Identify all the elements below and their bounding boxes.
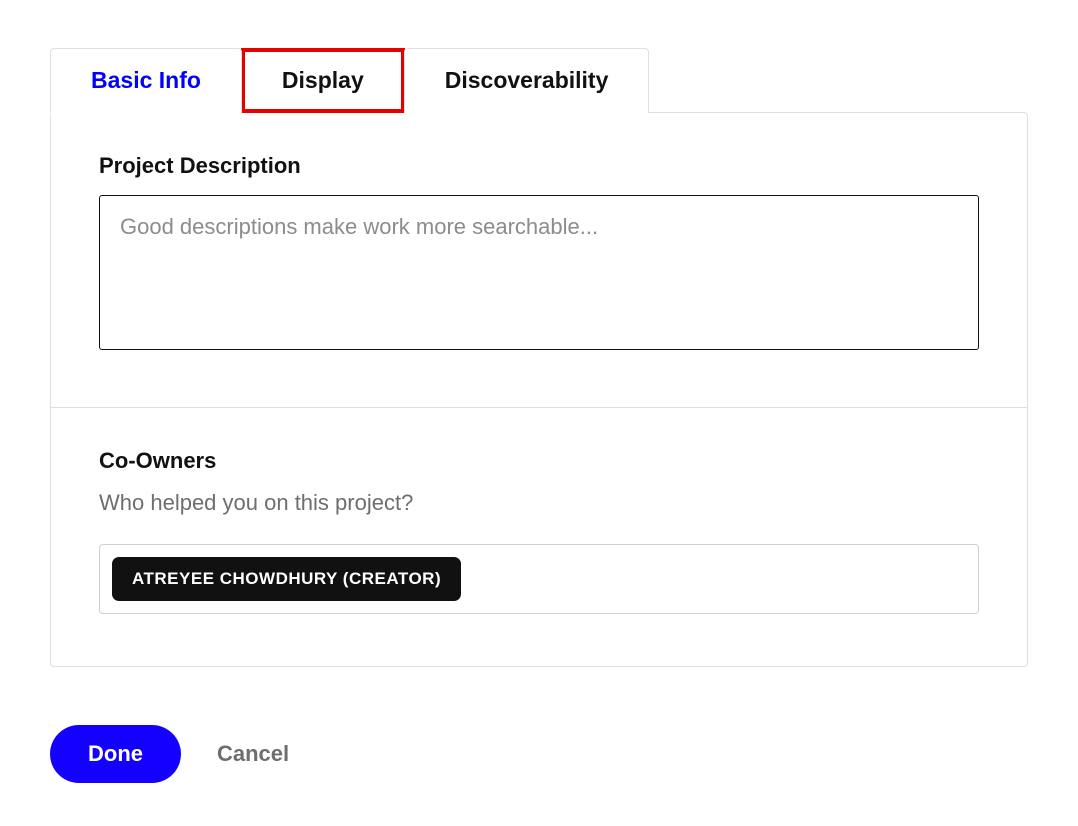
coowners-section: Co-Owners Who helped you on this project… (51, 407, 1027, 666)
coowners-label: Co-Owners (99, 448, 979, 474)
coowners-input[interactable]: ATREYEE CHOWDHURY (CREATOR) (99, 544, 979, 614)
tab-discoverability[interactable]: Discoverability (404, 48, 650, 113)
coowners-sublabel: Who helped you on this project? (99, 490, 979, 516)
tab-basic-info[interactable]: Basic Info (50, 48, 242, 113)
done-button[interactable]: Done (50, 725, 181, 783)
cancel-button[interactable]: Cancel (217, 741, 289, 767)
description-label: Project Description (99, 153, 979, 179)
footer-buttons: Done Cancel (50, 725, 1028, 783)
description-textarea[interactable] (99, 195, 979, 350)
tabs-row: Basic Info Display Discoverability (50, 48, 1028, 113)
tab-display[interactable]: Display (241, 48, 405, 113)
description-section: Project Description (51, 113, 1027, 407)
coowner-chip[interactable]: ATREYEE CHOWDHURY (CREATOR) (112, 557, 461, 601)
tab-panel: Project Description Co-Owners Who helped… (50, 112, 1028, 667)
